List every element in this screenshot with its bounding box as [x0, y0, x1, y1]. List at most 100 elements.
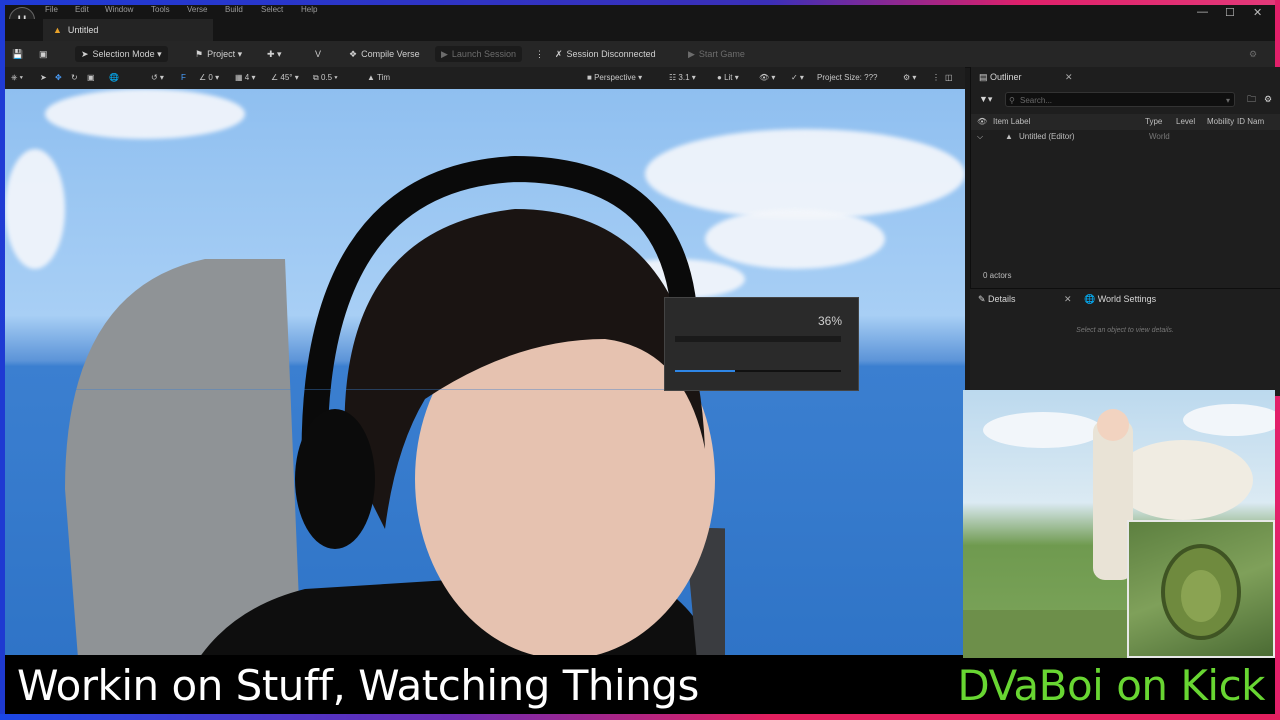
lion-artwork-overlay	[1127, 520, 1275, 658]
select-tool-icon[interactable]: ➤	[40, 71, 47, 85]
col-level[interactable]: Level	[1176, 117, 1195, 126]
view-mode-label: Lit	[724, 73, 733, 82]
add-actor-button[interactable]: ✚ ▾	[267, 46, 282, 62]
world-settings-label: World Settings	[1097, 294, 1157, 304]
project-label: Project	[207, 49, 236, 59]
selection-mode-dropdown[interactable]: ➤ Selection Mode ▾	[75, 46, 168, 62]
menu-file[interactable]: File	[45, 5, 58, 14]
tab-details[interactable]: ✎ Details	[978, 289, 1016, 309]
gaming-chair	[65, 259, 302, 655]
search-dropdown-icon[interactable]: ▾	[1226, 93, 1230, 108]
table-row[interactable]: ⌵ ▲ Untitled (Editor) World	[971, 131, 1280, 145]
show-flags-icon[interactable]: 👁 ▾	[759, 71, 775, 85]
outliner-search-input[interactable]: ⚲ Search... ▾	[1005, 92, 1235, 107]
world-space-icon[interactable]: 🌐	[109, 71, 119, 85]
menu-window[interactable]: Window	[105, 5, 133, 14]
launch-session-button[interactable]: ▶ Launch Session	[435, 46, 522, 62]
details-panel: ✎ Details ✕ 🌐 World Settings Select an o…	[970, 288, 1280, 396]
col-mobility[interactable]: Mobility	[1207, 117, 1234, 126]
webcam-streamer	[65, 155, 725, 655]
perspective-dropdown[interactable]: ■ Perspective ▾	[587, 71, 642, 85]
rotation-snap-value: 45°	[280, 73, 293, 82]
col-item-label[interactable]: Item Label	[993, 117, 1030, 126]
progress-fill	[675, 370, 735, 372]
menu-verse[interactable]: Verse	[187, 5, 207, 14]
start-game-button[interactable]: ▶ Start Game	[688, 46, 745, 62]
menu-select[interactable]: Select	[261, 5, 283, 14]
tab-outliner[interactable]: ▤ Outliner	[979, 67, 1022, 87]
realtime-icon[interactable]: ✓ ▾	[791, 71, 804, 85]
grid-snap-control[interactable]: ▦ 4 ▾	[235, 71, 255, 85]
scale-tool-icon[interactable]: ▣	[87, 71, 95, 85]
cloud	[45, 89, 245, 139]
camera-speed-control[interactable]: ☷ 3.1 ▾	[669, 71, 696, 85]
tab-untitled-label: Untitled	[67, 25, 99, 35]
sheep	[1113, 440, 1253, 520]
col-type[interactable]: Type	[1145, 117, 1162, 126]
headphone-earcup	[295, 409, 375, 549]
stream-title: Workin on Stuff, Watching Things	[17, 661, 699, 710]
menu-bar: U File Edit Window Tools Verse Build Sel…	[5, 5, 1275, 33]
outliner-tab-label: Outliner	[990, 72, 1022, 82]
snap-angle-control[interactable]: ∠ 0 ▾	[199, 71, 219, 85]
session-status-label: Session Disconnected	[566, 49, 656, 59]
menu-help[interactable]: Help	[301, 5, 317, 14]
add-folder-icon[interactable]: 🗀	[1247, 89, 1256, 109]
menu-edit[interactable]: Edit	[75, 5, 89, 14]
stream-caption-bar: Workin on Stuff, Watching Things DVaBoi …	[5, 658, 1275, 714]
content-browser-icon[interactable]: ▣	[39, 46, 48, 62]
time-label: Tim	[377, 73, 391, 82]
expand-arrow-icon[interactable]: ⌵	[977, 132, 983, 142]
project-size-label: Project Size: ???	[817, 73, 878, 82]
viewport-layout-icon[interactable]: ◫	[945, 71, 953, 85]
level-icon: ▲	[53, 25, 62, 35]
transform-tools-icon[interactable]: ⎈ ▾	[11, 71, 23, 85]
rotate-tool-icon[interactable]: ↻	[71, 71, 78, 85]
play-icon: ▶	[688, 49, 695, 59]
close-window-button[interactable]: ✕	[1253, 6, 1262, 19]
minimize-button[interactable]: —	[1197, 6, 1208, 18]
compile-verse-button[interactable]: ❖ Compile Verse	[349, 46, 420, 62]
progress-bar	[675, 370, 841, 372]
details-tab-label: Details	[988, 294, 1016, 304]
maximize-button[interactable]: ☐	[1225, 6, 1235, 19]
menu-tools[interactable]: Tools	[151, 5, 170, 14]
scale-snap-control[interactable]: ⧉ 0.5 ▾	[313, 71, 338, 85]
lion-illustration	[1161, 544, 1241, 640]
outliner-panel: ▤ Outliner ✕ ▼▾ ⚲ Search... ▾ 🗀 ⚙ 👁 Item L…	[970, 67, 1280, 288]
frame-border-bottom	[0, 714, 1280, 720]
collab-icon[interactable]: ⚙	[1249, 46, 1257, 62]
selection-mode-label: Selection Mode	[92, 49, 155, 59]
progress-percent: 36%	[817, 314, 842, 328]
rotation-snap-control[interactable]: ∠ 45° ▾	[271, 71, 299, 85]
snap-angle-value: 0	[208, 73, 213, 82]
close-outliner-icon[interactable]: ✕	[1065, 67, 1073, 87]
more-options-icon[interactable]: ⋮	[535, 46, 544, 62]
snap-rotate-icon[interactable]: ↺ ▾	[151, 71, 164, 85]
surface-snap-icon[interactable]: F	[181, 71, 186, 85]
close-details-icon[interactable]: ✕	[1064, 289, 1072, 309]
visibility-column-icon[interactable]: 👁	[977, 117, 987, 126]
view-mode-dropdown[interactable]: ● Lit ▾	[717, 71, 739, 85]
viewport-toolbar: ⎈ ▾ ➤ ✥ ↻ ▣ 🌐 ↺ ▾ F ∠ 0 ▾ ▦ 4 ▾ ∠ 45° ▾ …	[5, 67, 965, 89]
row-item-label: Untitled (Editor)	[1019, 132, 1075, 141]
tab-untitled[interactable]: ▲ Untitled	[43, 19, 213, 41]
tab-world-settings[interactable]: 🌐 World Settings	[1084, 289, 1156, 309]
search-placeholder: Search...	[1020, 96, 1053, 105]
outliner-settings-icon[interactable]: ⚙	[1264, 89, 1272, 109]
pencil-icon: ✎	[978, 294, 989, 304]
menu-build[interactable]: Build	[225, 5, 243, 14]
col-id-name[interactable]: ID Nam	[1237, 117, 1264, 126]
viewport-settings-icon[interactable]: ⚙ ▾	[903, 71, 916, 85]
filter-icon[interactable]: ▼▾	[979, 89, 992, 109]
document-tab-bar: ▲ Untitled — ☐ ✕	[5, 6, 1275, 41]
verse-icon[interactable]: V	[315, 46, 321, 62]
time-control[interactable]: ▲ Tim	[367, 71, 390, 85]
move-tool-icon[interactable]: ✥	[55, 71, 62, 85]
viewport-more-icon[interactable]: ⋮	[932, 71, 940, 85]
cloud	[705, 209, 885, 269]
start-game-label: Start Game	[698, 49, 745, 59]
compile-verse-label: Compile Verse	[361, 49, 420, 59]
save-icon[interactable]: 💾	[12, 46, 23, 62]
project-dropdown[interactable]: ⚑ Project ▾	[195, 46, 242, 62]
